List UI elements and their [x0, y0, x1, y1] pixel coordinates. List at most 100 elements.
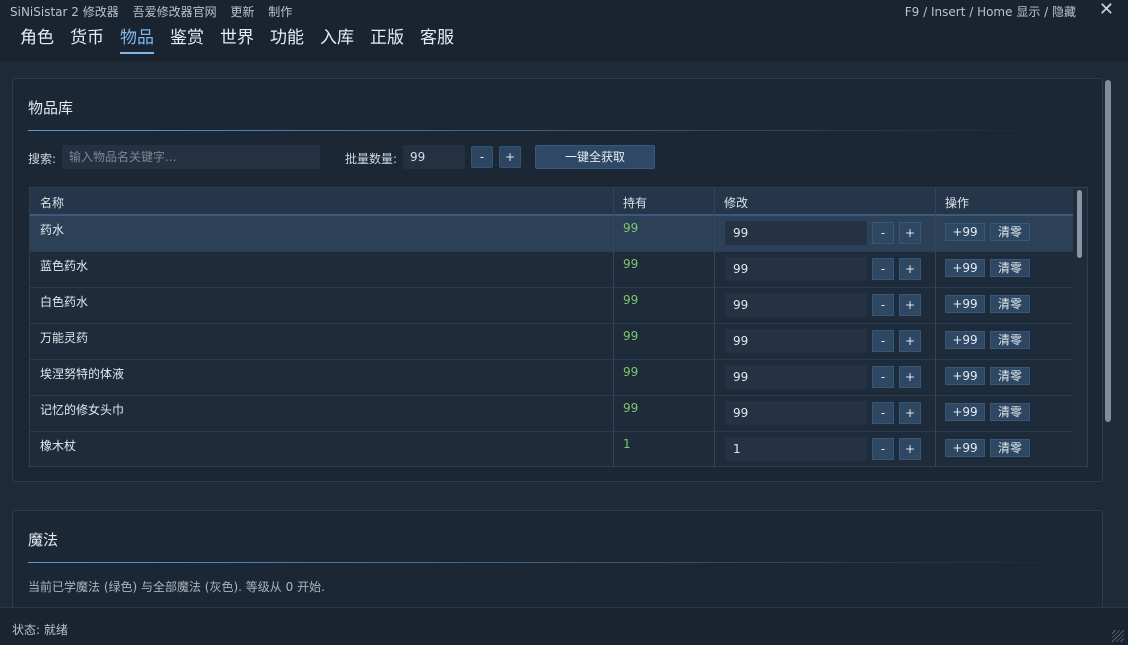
item-add99-button[interactable]: +99 — [945, 439, 985, 457]
item-clear-button[interactable]: 清零 — [990, 259, 1030, 277]
items-panel-title: 物品库 — [28, 99, 74, 117]
main-tabs: 角色 货币 物品 鉴赏 世界 功能 入库 正版 客服 — [0, 22, 1128, 60]
batch-label: 批量数量: — [345, 152, 398, 166]
tab-genuine[interactable]: 正版 — [370, 26, 404, 54]
item-minus-button[interactable]: - — [872, 222, 894, 244]
items-panel: 物品库 搜索: 批量数量: 99 - + 一键全获取 名称 持有 修改 操作 药… — [12, 78, 1103, 482]
item-name: 药水 — [40, 223, 65, 237]
item-edit-input[interactable]: 99 — [725, 257, 867, 281]
item-name: 万能灵药 — [40, 331, 89, 345]
item-edit-input[interactable]: 1 — [725, 437, 867, 461]
table-scrollbar[interactable] — [1073, 188, 1087, 466]
item-own: 99 — [623, 365, 639, 379]
item-add99-button[interactable]: +99 — [945, 367, 985, 385]
page-scrollbar[interactable] — [1104, 80, 1114, 422]
tab-functions[interactable]: 功能 — [270, 26, 304, 54]
column-divider — [935, 188, 936, 466]
update-link[interactable]: 更新 — [230, 5, 254, 19]
item-name: 橡木杖 — [40, 439, 77, 453]
col-own: 持有 — [623, 196, 648, 210]
item-minus-button[interactable]: - — [872, 258, 894, 280]
title-bar: SiNiSistar 2 修改器 吾爱修改器官网 更新 制作 F9 / Inse… — [0, 0, 1128, 22]
item-clear-button[interactable]: 清零 — [990, 223, 1030, 241]
item-edit-input[interactable]: 99 — [725, 293, 867, 317]
item-clear-button[interactable]: 清零 — [990, 367, 1030, 385]
item-minus-button[interactable]: - — [872, 294, 894, 316]
tab-items[interactable]: 物品 — [120, 26, 154, 54]
item-add99-button[interactable]: +99 — [945, 331, 985, 349]
item-plus-button[interactable]: + — [899, 366, 921, 388]
item-minus-button[interactable]: - — [872, 438, 894, 460]
item-own: 99 — [623, 293, 639, 307]
table-header: 名称 持有 修改 操作 — [30, 188, 1075, 216]
item-name: 白色药水 — [40, 295, 89, 309]
item-add99-button[interactable]: +99 — [945, 223, 985, 241]
content-area: 物品库 搜索: 批量数量: 99 - + 一键全获取 名称 持有 修改 操作 药… — [0, 62, 1128, 607]
column-divider — [613, 188, 614, 466]
item-name: 埃涅努特的体液 — [40, 367, 125, 381]
hotkey-hint: F9 / Insert / Home 显示 / 隐藏 — [904, 5, 1076, 19]
item-clear-button[interactable]: 清零 — [990, 403, 1030, 421]
magic-panel-title: 魔法 — [28, 531, 59, 549]
col-action: 操作 — [945, 196, 970, 210]
item-add99-button[interactable]: +99 — [945, 295, 985, 313]
item-plus-button[interactable]: + — [899, 222, 921, 244]
site-link[interactable]: 吾爱修改器官网 — [133, 5, 217, 19]
item-edit-input[interactable]: 99 — [725, 221, 867, 245]
item-plus-button[interactable]: + — [899, 402, 921, 424]
batch-plus-button[interactable]: + — [499, 146, 521, 168]
batch-quantity-input[interactable]: 99 — [403, 145, 465, 169]
app-title: SiNiSistar 2 修改器 — [10, 5, 119, 19]
magic-panel: 魔法 当前已学魔法 (绿色) 与全部魔法 (灰色). 等级从 0 开始. — [12, 510, 1103, 607]
tab-world[interactable]: 世界 — [220, 26, 254, 54]
item-plus-button[interactable]: + — [899, 438, 921, 460]
item-minus-button[interactable]: - — [872, 402, 894, 424]
table-row[interactable]: 万能灵药 99 99 - + +99 清零 — [30, 324, 1075, 360]
table-row[interactable]: 药水 99 99 - + +99 清零 — [30, 216, 1075, 252]
item-edit-input[interactable]: 99 — [725, 329, 867, 353]
item-own: 99 — [623, 257, 639, 271]
status-bar: 状态: 就绪 — [0, 607, 1128, 645]
tab-role[interactable]: 角色 — [20, 26, 54, 54]
item-name: 记忆的修女头巾 — [40, 403, 125, 417]
items-table: 名称 持有 修改 操作 药水 99 99 - + +99 清零 蓝色药水 99 … — [29, 187, 1088, 467]
table-scroll-thumb[interactable] — [1077, 190, 1082, 258]
item-clear-button[interactable]: 清零 — [990, 331, 1030, 349]
item-add99-button[interactable]: +99 — [945, 259, 985, 277]
resize-grip-icon[interactable] — [1112, 630, 1124, 642]
tab-currency[interactable]: 货币 — [70, 26, 104, 54]
item-add99-button[interactable]: +99 — [945, 403, 985, 421]
column-divider — [714, 188, 715, 466]
tab-appreciation[interactable]: 鉴赏 — [170, 26, 204, 54]
table-row[interactable]: 蓝色药水 99 99 - + +99 清零 — [30, 252, 1075, 288]
table-row[interactable]: 记忆的修女头巾 99 99 - + +99 清零 — [30, 396, 1075, 432]
tab-storage[interactable]: 入库 — [320, 26, 354, 54]
table-row[interactable]: 橡木杖 1 1 - + +99 清零 — [30, 432, 1075, 466]
item-minus-button[interactable]: - — [872, 330, 894, 352]
item-edit-input[interactable]: 99 — [725, 401, 867, 425]
item-plus-button[interactable]: + — [899, 294, 921, 316]
table-row[interactable]: 白色药水 99 99 - + +99 清零 — [30, 288, 1075, 324]
close-icon[interactable]: ✕ — [1099, 0, 1114, 20]
item-clear-button[interactable]: 清零 — [990, 439, 1030, 457]
batch-minus-button[interactable]: - — [471, 146, 493, 168]
page-scroll-thumb[interactable] — [1105, 80, 1111, 422]
item-plus-button[interactable]: + — [899, 258, 921, 280]
tab-support[interactable]: 客服 — [420, 26, 454, 54]
item-clear-button[interactable]: 清零 — [990, 295, 1030, 313]
magic-panel-divider — [28, 562, 1088, 563]
make-link[interactable]: 制作 — [268, 5, 292, 19]
magic-description: 当前已学魔法 (绿色) 与全部魔法 (灰色). 等级从 0 开始. — [28, 580, 325, 594]
item-own: 99 — [623, 221, 639, 235]
item-own: 99 — [623, 329, 639, 343]
items-panel-divider — [28, 130, 1068, 131]
search-label: 搜索: — [28, 152, 57, 166]
item-own: 99 — [623, 401, 639, 415]
col-edit: 修改 — [724, 196, 749, 210]
item-edit-input[interactable]: 99 — [725, 365, 867, 389]
item-plus-button[interactable]: + — [899, 330, 921, 352]
item-minus-button[interactable]: - — [872, 366, 894, 388]
table-row[interactable]: 埃涅努特的体液 99 99 - + +99 清零 — [30, 360, 1075, 396]
get-all-button[interactable]: 一键全获取 — [535, 145, 655, 169]
search-input[interactable] — [62, 145, 320, 169]
